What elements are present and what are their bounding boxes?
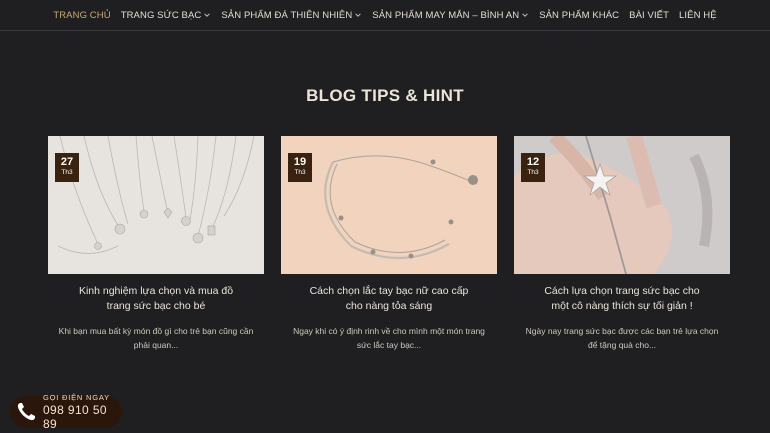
blog-thumbnail[interactable]: 12 Th3 [514, 136, 730, 274]
main-navigation: TRANG CHỦ TRANG SỨC BẠC SẢN PHẨM ĐÁ THIÊ… [0, 0, 770, 31]
chevron-down-icon [522, 13, 528, 17]
nav-item-natural-stone[interactable]: SẢN PHẨM ĐÁ THIÊN NHIÊN [221, 10, 362, 21]
blog-post-title[interactable]: Cách lựa chọn trang sức bạc cho một cô n… [514, 284, 730, 314]
nav-label: BÀI VIẾT [629, 9, 670, 21]
date-day: 19 [293, 156, 307, 168]
nav-item-contact[interactable]: LIÊN HỆ [679, 10, 717, 21]
nav-label: SẢN PHẨM ĐÁ THIÊN NHIÊN [221, 9, 353, 21]
blog-card: 19 Th3 Cách chọn lắc tay bạc nữ cao cấp … [281, 136, 497, 352]
blog-card: 27 Th3 Kinh nghiệm lựa chọn và mua đồ tr… [48, 136, 264, 352]
blog-card: 12 Th3 Cách lựa chọn trang sức bạc cho m… [514, 136, 730, 352]
call-text: GỌI ĐIỆN NGAY 098 910 50 89 [43, 393, 122, 431]
nav-label: TRANG CHỦ [53, 9, 111, 21]
date-badge: 12 Th3 [521, 153, 545, 182]
section-title: BLOG TIPS & HINT [306, 86, 464, 105]
blog-post-excerpt: Khi bạn mua bất kỳ món đồ gì cho trẻ bạn… [58, 326, 254, 350]
call-label: GỌI ĐIỆN NGAY [42, 393, 110, 402]
blog-post-title[interactable]: Kinh nghiệm lựa chọn và mua đồ trang sức… [48, 284, 264, 314]
nav-item-other-products[interactable]: SẢN PHẨM KHÁC [539, 10, 619, 21]
date-month: Th3 [527, 169, 539, 176]
bracelet-photo [281, 136, 497, 274]
call-phone-number: 098 910 50 89 [42, 403, 107, 431]
nav-item-articles[interactable]: BÀI VIẾT [629, 10, 669, 21]
nav-label: SẢN PHẨM KHÁC [539, 9, 620, 21]
nav-label: TRANG SỨC BẠC [120, 9, 202, 21]
blog-thumbnail[interactable]: 27 Th3 [48, 136, 264, 274]
nav-label: SẢN PHẨM MAY MẮN – BÌNH AN [372, 9, 520, 21]
nav-item-home[interactable]: TRANG CHỦ [53, 10, 110, 21]
chevron-down-icon [204, 13, 211, 17]
date-day: 27 [60, 156, 74, 168]
date-month: Th3 [294, 169, 306, 176]
date-badge: 27 Th3 [55, 153, 79, 182]
blog-post-title[interactable]: Cách chọn lắc tay bạc nữ cao cấp cho nàn… [281, 284, 497, 314]
date-month: Th3 [61, 169, 73, 176]
date-day: 12 [526, 156, 540, 168]
blog-post-excerpt: Ngay khi có ý định rinh về cho mình một … [293, 326, 485, 350]
nav-label: LIÊN HỆ [679, 9, 717, 21]
necklace-photo [48, 136, 264, 274]
blog-post-excerpt: Ngày nay trang sức bạc được các bạn trẻ … [525, 326, 719, 350]
phone-icon [12, 397, 41, 427]
nav-item-lucky-products[interactable]: SẢN PHẨM MAY MẮN – BÌNH AN [372, 10, 529, 21]
nav-item-silver-jewelry[interactable]: TRANG SỨC BẠC [121, 10, 212, 21]
date-badge: 19 Th3 [288, 153, 312, 182]
chevron-down-icon [355, 13, 362, 17]
call-now-button[interactable]: GỌI ĐIỆN NGAY 098 910 50 89 [10, 393, 122, 431]
hand-bracelet-photo [514, 136, 730, 274]
blog-thumbnail[interactable]: 19 Th3 [281, 136, 497, 274]
